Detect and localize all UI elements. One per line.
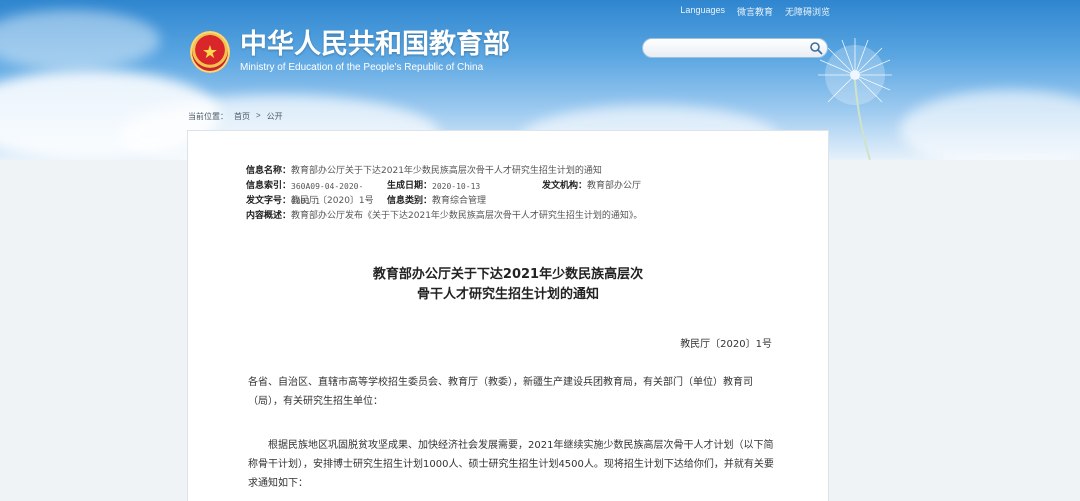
document-title-line: 教育部办公厅关于下达2021年少数民族高层次 <box>372 267 644 282</box>
meta-value: 教育综合管理 <box>432 196 487 206</box>
meta-value: 教育部办公厅发布《关于下达2021年少数民族高层次骨干人才研究生招生计划的通知》… <box>291 211 643 221</box>
info-table: 信息名称： 教育部办公厅关于下达2021年少数民族高层次骨干人才研究生招生计划的… <box>246 164 642 224</box>
meta-label: 发文字号： <box>246 196 292 206</box>
site-logo[interactable]: ★ 中华人民共和国教育部 Ministry of Education of th… <box>190 28 510 76</box>
meta-value: 教育部办公厅 <box>587 181 642 191</box>
national-emblem-icon: ★ <box>190 31 230 73</box>
document-title-line: 骨干人才研究生招生计划的通知 <box>416 287 599 302</box>
cloud-decoration <box>0 10 160 70</box>
meta-label: 信息类别： <box>387 196 433 206</box>
site-subtitle: Ministry of Education of the People's Re… <box>240 62 484 73</box>
site-title: 中华人民共和国教育部 <box>240 29 510 60</box>
meta-label: 内容概述： <box>246 211 292 221</box>
link-languages[interactable]: Languages <box>680 5 725 18</box>
recipients-paragraph: 各省、自治区、直辖市高等学校招生委员会、教育厅（教委），新疆生产建设兵团教育局，… <box>248 377 753 407</box>
breadcrumb-home[interactable]: 首页 <box>234 111 250 122</box>
breadcrumb-label: 当前位置： <box>188 112 228 121</box>
breadcrumb-public[interactable]: 公开 <box>267 111 283 122</box>
cloud-decoration <box>900 90 1080 160</box>
document-number: 教民厅〔2020〕1号 <box>680 339 772 350</box>
meta-value: 教民厅〔2020〕1号 <box>291 196 374 206</box>
meta-label: 发文机构： <box>542 181 588 191</box>
document-title: 教育部办公厅关于下达2021年少数民族高层次 骨干人才研究生招生计划的通知 <box>188 265 828 305</box>
top-links: Languages 微言教育 无障碍浏览 <box>680 5 830 18</box>
search-input[interactable] <box>653 41 807 57</box>
link-accessibility[interactable]: 无障碍浏览 <box>785 5 830 18</box>
breadcrumb-separator: > <box>256 111 261 120</box>
link-wechat[interactable]: 微言教育 <box>737 5 773 18</box>
meta-label: 信息名称： <box>246 166 292 176</box>
article-panel: 信息名称： 教育部办公厅关于下达2021年少数民族高层次骨干人才研究生招生计划的… <box>187 130 829 501</box>
meta-label: 生成日期： <box>387 181 433 191</box>
meta-value: 2020-10-13 <box>432 182 481 191</box>
meta-value: 360A09-04-2020-0001-1 <box>291 182 364 206</box>
meta-label: 信息索引： <box>246 181 292 191</box>
meta-value: 教育部办公厅关于下达2021年少数民族高层次骨干人才研究生招生计划的通知 <box>291 166 602 176</box>
breadcrumb: 当前位置： 首页 > 公开 <box>188 111 283 122</box>
body-paragraph: 根据民族地区巩固脱贫攻坚成果、加快经济社会发展需要，2021年继续实施少数民族高… <box>248 440 774 489</box>
